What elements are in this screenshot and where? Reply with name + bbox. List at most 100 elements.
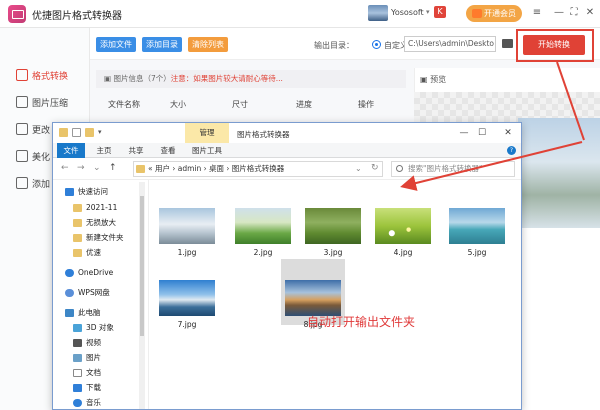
tab-picture-tools[interactable]: 图片工具 [187,143,227,158]
tab-home[interactable]: 主页 [91,143,117,158]
file-name: 5.jpg [467,248,487,257]
sidebar-item-format-convert[interactable]: 格式转换 [16,68,68,82]
tree-item-label: 此电脑 [78,308,101,317]
tree-item-2021-11[interactable]: 2021-11 [73,202,117,214]
file-name: 7.jpg [177,320,197,329]
sidebar-item-compress[interactable]: 图片压缩 [16,95,68,109]
tree-item-lossless[interactable]: 无损放大 [73,217,116,229]
tree-item-music[interactable]: 音乐 [73,397,101,409]
browse-folder-icon[interactable] [502,39,513,48]
column-header: 大小 [170,100,186,109]
tree-item-label: 文档 [86,368,101,377]
file-thumbnail [449,208,505,244]
tree-item-wps-drive[interactable]: WPS网盘 [65,287,110,299]
tree-item-new-folder[interactable]: 新建文件夹 [73,232,124,244]
nav-scrollbar[interactable] [139,182,145,409]
minimize-button[interactable]: — [551,5,567,21]
tree-item-label: OneDrive [78,268,114,277]
sidebar-item-label: 添加 [32,179,51,190]
beautify-icon [16,150,28,162]
address-dropdown-icon[interactable]: ⌄ [355,164,362,173]
sidebar-item-change[interactable]: 更改 [16,122,50,136]
list-info-bar: ▣ 图片信息（7个）注意：如果图片较大请耐心等待... [96,70,406,88]
tree-item-pictures[interactable]: 图片 [73,352,101,364]
vip-button-label: 开通会员 [484,9,516,18]
tree-item-label: 视频 [86,338,101,347]
preview-image [518,118,600,228]
folder-icon [73,234,82,242]
add-folder-button[interactable]: 添加目录 [142,37,182,52]
tree-item-yousu[interactable]: 优速 [73,247,101,259]
folder-icon [73,204,82,212]
close-button[interactable]: ✕ [582,5,598,21]
up-icon[interactable]: ↑ [109,163,117,173]
tree-item-videos[interactable]: 视频 [73,337,101,349]
folder-icon [73,219,82,227]
sidebar-item-label: 更改 [32,125,51,136]
computer-icon [65,309,74,317]
recent-locations-icon[interactable]: ⌄ [93,163,101,173]
star-icon [65,188,74,196]
tree-item-this-pc[interactable]: 此电脑 [65,307,101,319]
tree-item-label: WPS网盘 [78,288,110,297]
add-icon [16,177,28,189]
add-file-button[interactable]: 添加文件 [96,37,136,52]
forward-icon[interactable]: → [77,163,85,173]
search-input[interactable]: 搜索"图片格式转换器" [391,161,515,177]
file-view: 1.jpg 2.jpg 3.jpg 4.jpg 5.jpg 7.jpg 8.jp… [149,180,521,409]
tree-item-quick-access[interactable]: 快速访问 [65,186,108,198]
custom-radio[interactable] [372,40,381,49]
user-avatar[interactable] [368,5,388,21]
annotation-text: 自动打开输出文件夹 [307,315,416,329]
user-name[interactable]: Yososoft [391,8,424,17]
music-icon [73,399,82,407]
file-thumbnail [305,208,361,244]
user-dropdown-icon[interactable]: ▾ [426,8,430,16]
convert-icon [16,69,28,81]
maximize-button[interactable]: ⛶ [566,5,582,21]
navigation-pane: 快速访问 2021-11 无损放大 新建文件夹 优速 OneDrive WPS网… [53,180,149,409]
folder-icon[interactable] [59,128,68,137]
file-thumbnail [375,208,431,244]
tree-item-documents[interactable]: 文档 [73,367,101,379]
file-thumbnail [159,208,215,244]
app-title: 优捷图片格式转换器 [32,11,122,22]
app-window: 优捷图片格式转换器 Yososoft ▾ K 开通会员 ≡ — ⛶ ✕ 格式转换… [0,0,600,410]
manage-context-tab[interactable]: 管理 [185,123,229,143]
file-thumbnail [235,208,291,244]
title-bar: 优捷图片格式转换器 Yososoft ▾ K 开通会员 ≡ — ⛶ ✕ [0,0,600,28]
explorer-maximize-button[interactable]: ☐ [475,126,489,140]
cloud-icon [65,289,74,297]
tree-item-onedrive[interactable]: OneDrive [65,267,113,279]
menu-icon[interactable]: ≡ [529,5,545,21]
list-info-count: 图片信息（7个） [113,74,171,83]
output-path-input[interactable]: C:\Users\admin\Deskto [404,36,496,52]
resize-icon [16,123,28,135]
vip-button[interactable]: 开通会员 [466,5,522,22]
clear-list-button[interactable]: 清除列表 [188,37,228,52]
refresh-icon[interactable]: ↻ [371,163,379,173]
tab-file[interactable]: 文件 [57,143,85,158]
tree-item-3d-objects[interactable]: 3D 对象 [73,322,114,334]
file-explorer-window: ▾ 管理 图片格式转换器 — ☐ ✕ 文件 主页 共享 查看 图片工具 ? ← … [52,122,522,410]
properties-icon[interactable] [72,128,81,137]
file-name: 3.jpg [323,248,343,257]
tab-view[interactable]: 查看 [155,143,181,158]
sidebar-item-beautify[interactable]: 美化 [16,149,50,163]
tree-item-downloads[interactable]: 下载 [73,382,101,394]
customize-qat-icon[interactable]: ▾ [98,128,102,137]
new-folder-icon[interactable] [85,128,94,137]
explorer-close-button[interactable]: ✕ [501,126,515,140]
search-icon [396,165,403,172]
explorer-minimize-button[interactable]: — [457,126,471,140]
back-icon[interactable]: ← [61,163,69,173]
sidebar-item-add[interactable]: 添加 [16,176,50,190]
file-name: 2.jpg [253,248,273,257]
ribbon-tabs: 文件 主页 共享 查看 图片工具 ? [53,143,521,158]
tab-share[interactable]: 共享 [123,143,149,158]
help-icon[interactable]: ? [507,146,516,155]
sidebar-item-label: 格式转换 [32,71,69,82]
vip-badge-icon: K [434,6,446,18]
output-dir-label: 输出目录： [314,41,354,50]
address-bar[interactable]: « 用户 › admin › 桌面 › 图片格式转换器 [133,161,383,177]
